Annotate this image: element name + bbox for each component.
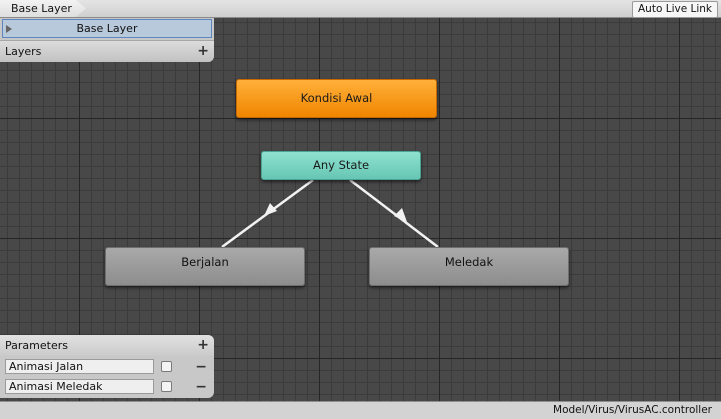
parameters-title: Parameters (5, 339, 68, 352)
parameter-name-field[interactable]: Animasi Meledak (5, 379, 154, 394)
status-bar: Model/Virus/VirusAC.controller (0, 401, 721, 419)
layers-title: Layers (5, 45, 42, 58)
layer-row-base-layer[interactable]: Base Layer (2, 19, 212, 38)
parameters-header: Parameters + (0, 335, 214, 356)
play-triangle-icon (6, 25, 12, 33)
controller-path: Model/Virus/VirusAC.controller (553, 404, 712, 416)
state-berjalan[interactable]: Berjalan (105, 247, 305, 286)
transition-any-to-meledak[interactable] (349, 179, 439, 248)
state-kondisi-awal[interactable]: Kondisi Awal (236, 79, 437, 118)
remove-parameter-minus-icon[interactable]: − (195, 377, 207, 397)
parameter-row: Animasi Jalan − (0, 357, 214, 377)
state-meledak[interactable]: Meledak (369, 247, 569, 286)
parameter-bool-checkbox[interactable] (161, 361, 172, 372)
state-any-state[interactable]: Any State (261, 151, 421, 180)
add-parameter-plus-icon[interactable]: + (197, 335, 209, 356)
layer-label: Base Layer (76, 22, 138, 35)
transition-any-to-berjalan[interactable] (221, 178, 314, 249)
remove-parameter-minus-icon[interactable]: − (195, 357, 207, 377)
parameters-panel: Parameters + Animasi Jalan − Animasi Mel… (0, 335, 214, 398)
parameter-row: Animasi Meledak − (0, 377, 214, 397)
add-layer-plus-icon[interactable]: + (197, 41, 209, 62)
parameter-bool-checkbox[interactable] (161, 381, 172, 392)
layers-header: Layers + (0, 40, 214, 62)
parameter-name-field[interactable]: Animasi Jalan (5, 359, 154, 374)
layers-panel: Base Layer Layers + (0, 18, 214, 62)
